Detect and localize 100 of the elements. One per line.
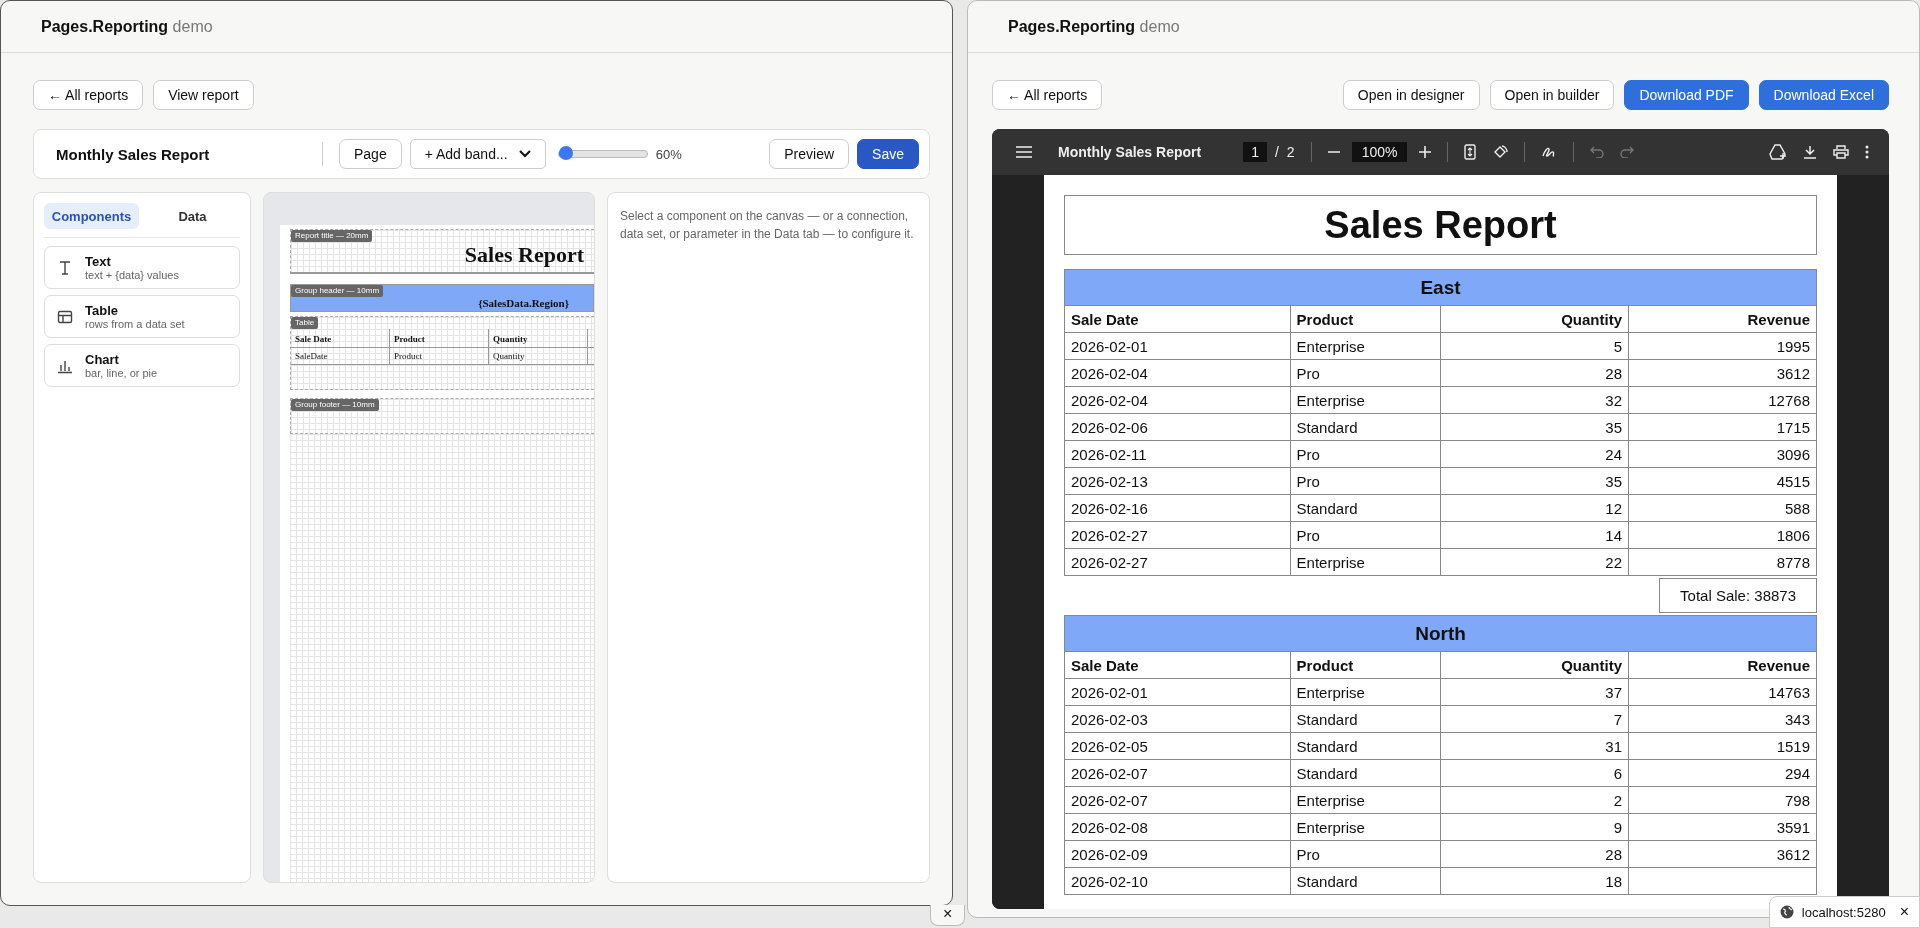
chevron-icon (518, 150, 531, 158)
group-footer-band[interactable]: Group footer — 10mm (290, 398, 594, 434)
table-cell: 2026-02-04 (1064, 386, 1291, 414)
table-cell: 14763 (1628, 678, 1817, 706)
page-input[interactable]: 1 (1243, 142, 1267, 162)
table-cell: 6 (1440, 759, 1629, 787)
table-cell: 9 (1440, 813, 1629, 841)
nav-button[interactable]: ← All reports (992, 80, 1103, 110)
table-cell: Enterprise (1290, 678, 1441, 706)
column-header: Quantity (1440, 305, 1629, 333)
print-icon[interactable] (1833, 145, 1849, 159)
component-item[interactable]: Chart bar, line, or pie (44, 344, 240, 387)
table-cell: 35 (1440, 413, 1629, 441)
table-cell: 2 (1440, 786, 1629, 814)
sidebar-tab[interactable]: Components (44, 203, 139, 229)
download-button[interactable]: Download Excel (1758, 80, 1889, 110)
open-button[interactable]: Open in designer (1342, 80, 1480, 110)
table-cell: 1519 (1628, 732, 1817, 760)
table-cell: 2026-02-10 (1064, 867, 1291, 895)
table-cell: 12 (1440, 494, 1629, 522)
table-cell: 5 (1440, 332, 1629, 360)
component-description: rows from a data set (85, 318, 185, 330)
preview-button[interactable]: Preview (769, 139, 850, 169)
group-header-band[interactable]: Group header — 10mm {SalesData.Region} (290, 284, 594, 312)
table-header-cell: Product (390, 329, 489, 347)
zoom-in-icon[interactable] (1419, 146, 1432, 158)
url-text: localhost:5280 (1801, 904, 1886, 920)
save-button[interactable]: Save (857, 139, 919, 169)
fit-page-icon[interactable] (1464, 144, 1477, 160)
table-cell: 2026-02-11 (1064, 440, 1291, 468)
table-cell: 2026-02-16 (1064, 494, 1291, 522)
table-cell: 4515 (1628, 467, 1817, 495)
table-cell: 3096 (1628, 440, 1817, 468)
table-cell: 32 (1440, 386, 1629, 414)
table-cell: 1715 (1628, 413, 1817, 441)
nav-button[interactable]: View report (153, 80, 254, 110)
table-cell: Pro (1290, 359, 1441, 387)
inspector-hint: Select a component on the canvas — or a connection, data set, or parameter in the Data tab — to configure it. (620, 208, 915, 243)
zoom-slider[interactable] (557, 146, 648, 162)
close-button[interactable]: × (1899, 903, 1909, 921)
table-cell: 2026-02-08 (1064, 813, 1291, 841)
table-cell: 8778 (1628, 548, 1817, 576)
component-item[interactable]: Text text + {data} values (44, 246, 240, 289)
table-icon (57, 308, 73, 325)
column-header: Revenue (1628, 651, 1817, 679)
table-cell: Enterprise (1290, 332, 1441, 360)
table-cell: 31 (1440, 732, 1629, 760)
table-cell: 3612 (1628, 359, 1817, 387)
app-title: Pages.Reporting demo (1008, 17, 1180, 36)
table-cell: Standard (1290, 759, 1441, 787)
rotate-icon[interactable] (1492, 144, 1509, 160)
table-header-cell: Quantity (489, 329, 588, 347)
zoom-field[interactable]: 100% (1351, 142, 1408, 162)
table-cell: 588 (1628, 494, 1817, 522)
table-cell: Product (390, 348, 489, 364)
region-header: North (1064, 615, 1817, 652)
table-cell: Enterprise (1290, 548, 1441, 576)
table-cell: 3612 (1628, 840, 1817, 868)
table-cell: Standard (1290, 705, 1441, 733)
close-tab-button[interactable]: × (930, 905, 966, 926)
open-button[interactable]: Open in builder (1489, 80, 1615, 110)
table-cell: 2026-02-07 (1064, 759, 1291, 787)
band-label: Group footer — 10mm (291, 399, 379, 411)
nav-button[interactable]: ← All reports (33, 80, 144, 110)
table-cell: 2026-02-07 (1064, 786, 1291, 814)
table-cell: 798 (1628, 786, 1817, 814)
report-title: Sales Report (1064, 195, 1817, 255)
more-icon[interactable] (1865, 145, 1869, 159)
region-field: {SalesData.Region} (478, 297, 593, 309)
report-name: Monthly Sales Report (56, 145, 211, 163)
table-cell: 24 (1440, 440, 1629, 468)
table-cell: Pro (1290, 440, 1441, 468)
table-cell: 1806 (1628, 521, 1817, 549)
table-element[interactable]: Table Sale Date Product Quantity SaleDate Product Quantity (290, 316, 594, 390)
title-text: Sales Report (464, 242, 585, 268)
table-cell: 2026-02-27 (1064, 521, 1291, 549)
download-icon[interactable] (1803, 145, 1817, 159)
table-cell: 2026-02-27 (1064, 548, 1291, 576)
group-total: Total Sale: 38873 (1659, 578, 1817, 613)
drive-add-icon[interactable] (1769, 144, 1787, 160)
table-cell: 2026-02-04 (1064, 359, 1291, 387)
menu-icon[interactable] (1016, 146, 1032, 158)
component-name: Text (85, 254, 112, 269)
table-cell: 2026-02-01 (1064, 678, 1291, 706)
component-description: bar, line, or pie (85, 367, 158, 379)
component-name: Chart (85, 352, 120, 367)
sidebar-tab[interactable]: Data (145, 203, 240, 229)
undo-icon[interactable] (1590, 146, 1605, 158)
column-header: Revenue (1628, 305, 1817, 333)
table-cell: SaleDate (291, 348, 390, 364)
redo-icon[interactable] (1620, 146, 1635, 158)
report-title-band[interactable]: Report title — 20mm Sales Report (290, 229, 594, 274)
download-button[interactable]: Download PDF (1624, 80, 1749, 110)
component-item[interactable]: Table rows from a data set (44, 295, 240, 338)
page-button[interactable]: Page (339, 139, 402, 169)
component-name: Table (85, 303, 119, 318)
table-cell: 18 (1440, 867, 1629, 895)
table-cell: Standard (1290, 494, 1441, 522)
add-band-select[interactable]: + Add band... (409, 139, 546, 169)
table-cell: 22 (1440, 548, 1629, 576)
